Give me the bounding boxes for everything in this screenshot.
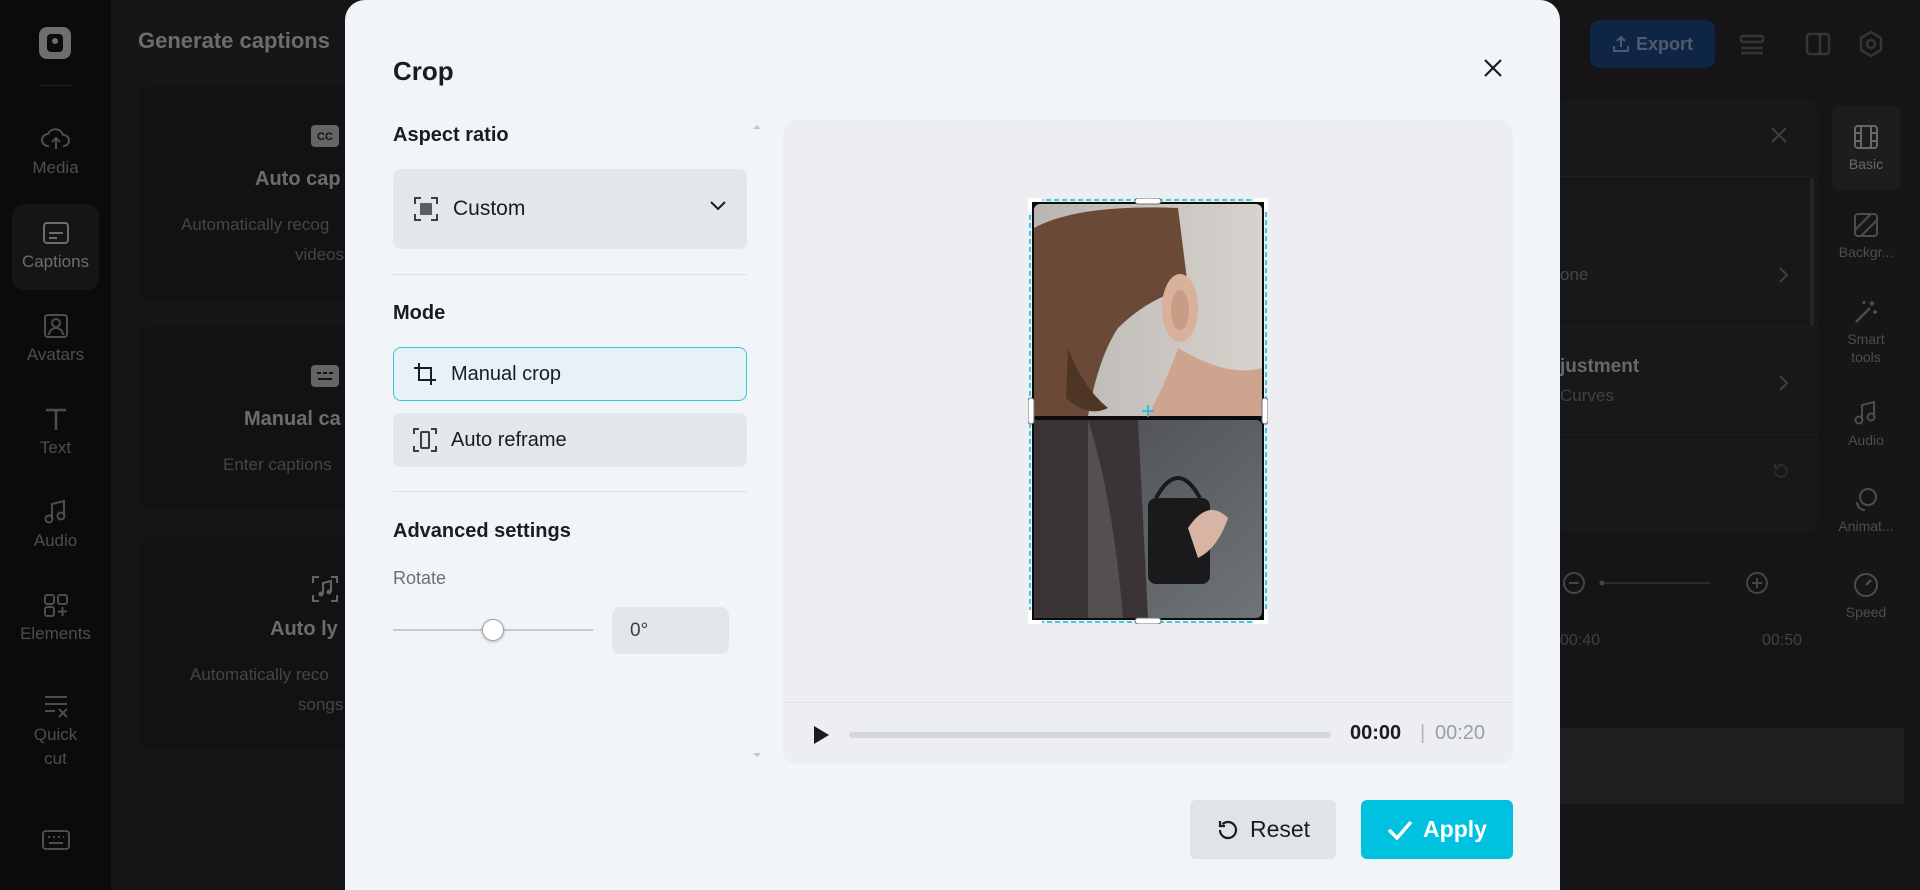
- close-icon: [1484, 59, 1502, 77]
- rotate-label: Rotate: [393, 568, 447, 588]
- manual-crop-option[interactable]: Manual crop: [393, 347, 747, 401]
- rotate-slider[interactable]: [393, 618, 593, 642]
- close-button[interactable]: [1478, 53, 1508, 83]
- reset-button[interactable]: Reset: [1190, 800, 1336, 859]
- section-divider: [393, 274, 747, 275]
- chevron-down-icon: [710, 201, 726, 211]
- mode-heading: Mode: [393, 302, 446, 324]
- manual-crop-label: Manual crop: [451, 362, 562, 385]
- advanced-settings-heading: Advanced settings: [393, 520, 571, 542]
- auto-reframe-icon: [413, 428, 437, 452]
- auto-reframe-label: Auto reframe: [451, 428, 567, 451]
- current-time: 00:00: [1350, 722, 1402, 744]
- playback-progress-bar[interactable]: [849, 732, 1331, 738]
- aspect-ratio-heading: Aspect ratio: [393, 124, 509, 146]
- slider-thumb[interactable]: [482, 619, 504, 641]
- crop-modal: Crop Aspect ratio Custom Mode Manual cro…: [345, 0, 1560, 890]
- time-separator: |: [1420, 722, 1426, 744]
- crop-preview: 00:00 | 00:20: [783, 120, 1513, 764]
- reset-icon: [1218, 820, 1238, 839]
- checkmark-icon: [1387, 820, 1413, 841]
- crop-frame[interactable]: [1028, 198, 1268, 624]
- modal-title: Crop: [393, 56, 454, 86]
- rotate-value-input[interactable]: [612, 607, 729, 654]
- play-icon[interactable]: [811, 724, 831, 746]
- apply-label: Apply: [1423, 816, 1487, 842]
- custom-ratio-icon: [414, 197, 438, 221]
- crop-icon: [414, 363, 436, 385]
- scroll-down-arrow-icon[interactable]: [753, 752, 761, 758]
- scroll-up-arrow-icon[interactable]: [753, 124, 761, 130]
- total-time: 00:20: [1435, 722, 1486, 744]
- section-divider: [393, 491, 747, 492]
- aspect-ratio-select[interactable]: Custom: [393, 169, 747, 249]
- player-divider: [783, 702, 1513, 703]
- auto-reframe-option[interactable]: Auto reframe: [393, 413, 747, 467]
- aspect-ratio-value: Custom: [453, 197, 526, 220]
- reset-label: Reset: [1249, 816, 1311, 842]
- apply-button[interactable]: Apply: [1361, 800, 1513, 859]
